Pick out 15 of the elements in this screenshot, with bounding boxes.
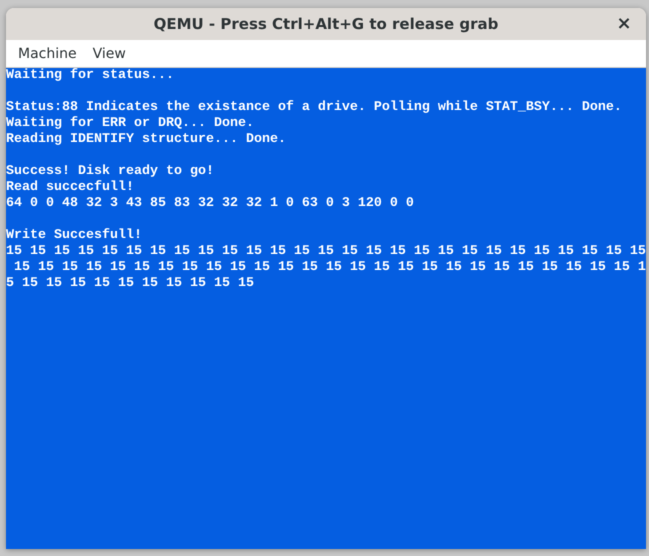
console-line: 15 15 15 15 15 15 15 15 15 15 15 15 15 15 15 15 15 15 15 15 15 15 15 15 15 15 1 — [12, 260, 646, 276]
console-line: Write Succesfull! — [6, 228, 142, 244]
console-line: Status:88 Indicates the existance of a drive. Polling while STAT_BSY... Done. — [6, 100, 622, 116]
menu-item[interactable]: Machine — [10, 40, 85, 68]
console-line: 5 15 15 15 15 15 15 15 15 15 15 — [6, 276, 254, 292]
menu-item[interactable]: View — [84, 40, 134, 68]
console-line: Reading IDENTIFY structure... Done. — [6, 132, 286, 148]
close-button[interactable]: × — [612, 12, 636, 36]
console-line: Read succecfull! — [6, 180, 134, 196]
console-line: 15 15 15 15 15 15 15 15 15 15 15 15 15 15 15 15 15 15 15 15 15 15 15 15 15 15 15 — [6, 244, 646, 260]
console-line: Success! Disk ready to go! — [6, 164, 214, 180]
window-title: QEMU - Press Ctrl+Alt+G to release grab — [154, 14, 498, 35]
console-line: Waiting for status... — [6, 68, 174, 84]
console-line: Waiting for ERR or DRQ... Done. — [6, 116, 254, 132]
console-line: 64 0 0 48 32 3 43 85 83 32 32 32 1 0 63 0 3 120 0 0 — [6, 196, 414, 212]
